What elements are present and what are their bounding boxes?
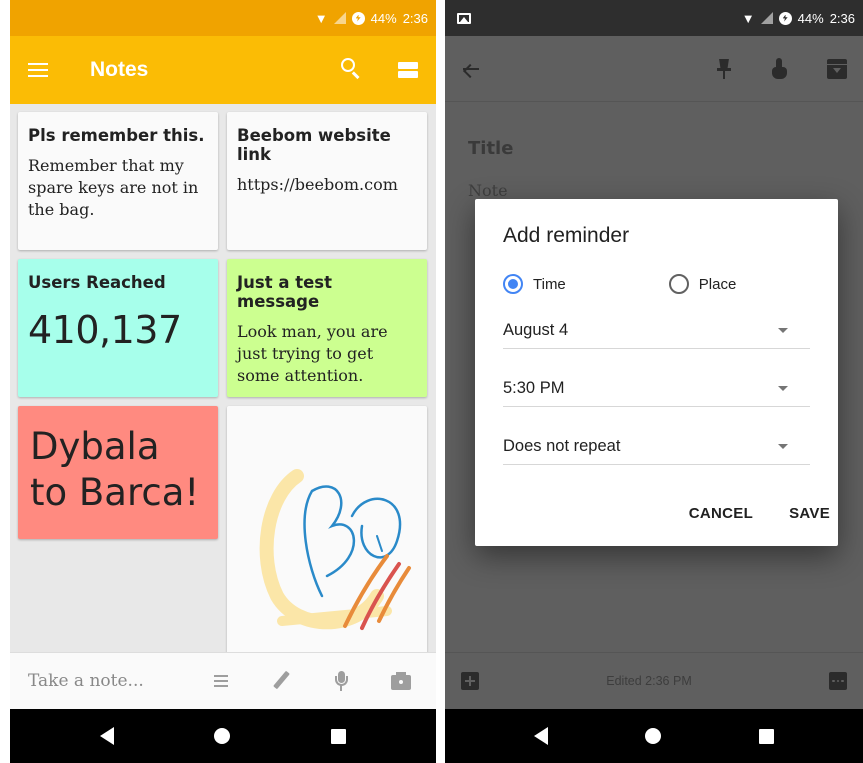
dialog-title: Add reminder — [503, 224, 630, 247]
app-title: Notes — [90, 58, 149, 81]
note-title: Pls remember this. — [28, 126, 205, 145]
list-view-icon[interactable] — [398, 62, 418, 78]
note-card[interactable]: Dybala to Barca! — [18, 406, 218, 539]
back-nav-icon[interactable] — [533, 727, 548, 745]
take-note-bar: Take a note... — [10, 652, 436, 709]
add-reminder-dialog: Add reminder Time Place August 4 5:30 PM… — [475, 199, 838, 546]
save-button[interactable]: SAVE — [789, 505, 830, 522]
back-arrow-icon[interactable] — [461, 61, 481, 78]
battery-percent: 44% — [370, 10, 397, 26]
time-radio-label: Time — [533, 275, 566, 293]
dropdown-arrow-icon — [778, 386, 788, 391]
battery-charging-icon — [351, 11, 365, 25]
image-notification-icon — [457, 12, 471, 24]
note-title: Users Reached — [28, 273, 166, 292]
pen-icon[interactable] — [270, 670, 292, 692]
repeat-value: Does not repeat — [503, 437, 621, 455]
reminder-icon[interactable] — [769, 57, 789, 80]
home-nav-icon[interactable] — [214, 728, 231, 744]
notes-list-screen: ▼ 44% 2:36 Notes Pls remember this. Reme… — [10, 0, 436, 763]
signal-icon — [760, 12, 773, 24]
date-dropdown[interactable]: August 4 — [503, 319, 810, 349]
edited-timestamp: Edited 2:36 PM — [606, 674, 692, 688]
status-bar: ▼ 44% 2:36 — [445, 0, 863, 36]
note-title: Just a test message — [237, 273, 333, 311]
note-card[interactable]: Pls remember this. Remember that my spar… — [18, 112, 218, 250]
note-body: Dybala to Barca! — [30, 425, 200, 514]
note-body: Remember that my spare keys are not in t… — [28, 156, 199, 219]
reminder-type-options: Time Place — [503, 274, 810, 294]
time-radio[interactable]: Time — [503, 274, 566, 294]
cancel-button[interactable]: CANCEL — [689, 505, 753, 522]
wifi-icon: ▼ — [741, 10, 755, 26]
radio-checked-icon[interactable] — [503, 274, 523, 294]
repeat-dropdown[interactable]: Does not repeat — [503, 435, 810, 465]
microphone-icon[interactable] — [330, 670, 352, 692]
more-options-icon[interactable] — [829, 672, 847, 690]
editor-bottom-bar: Edited 2:36 PM — [445, 652, 863, 709]
note-editor-screen: ▼ 44% 2:36 Title Note Add reminder Time … — [445, 0, 863, 763]
clock: 2:36 — [402, 10, 428, 26]
navigation-bar — [10, 709, 436, 763]
editor-toolbar — [445, 36, 863, 102]
pin-icon[interactable] — [717, 58, 731, 79]
app-bar: Notes — [10, 36, 436, 104]
status-bar: ▼ 44% 2:36 — [10, 0, 436, 36]
signal-icon — [333, 12, 346, 24]
recents-nav-icon[interactable] — [759, 728, 775, 744]
battery-percent: 44% — [797, 10, 824, 26]
drawing-note-card[interactable] — [227, 406, 427, 656]
back-nav-icon[interactable] — [100, 727, 115, 745]
checklist-icon[interactable] — [210, 670, 232, 692]
note-card[interactable]: Beebom website link https://beebom.com — [227, 112, 427, 250]
recents-nav-icon[interactable] — [330, 728, 346, 744]
time-value: 5:30 PM — [503, 379, 565, 397]
archive-icon[interactable] — [827, 58, 847, 79]
note-card[interactable]: Just a test message Look man, you are ju… — [227, 259, 427, 397]
home-nav-icon[interactable] — [645, 728, 662, 744]
note-body: 410,137 — [28, 308, 182, 352]
handwritten-drawing — [259, 469, 411, 630]
place-radio-label: Place — [698, 275, 737, 293]
search-icon[interactable] — [340, 58, 364, 82]
take-note-input[interactable]: Take a note... — [28, 671, 210, 691]
camera-icon[interactable] — [390, 670, 412, 692]
note-body: https://beebom.com — [237, 175, 398, 194]
navigation-bar — [445, 709, 863, 763]
radio-unchecked-icon[interactable] — [668, 274, 689, 294]
battery-charging-icon — [778, 11, 792, 25]
note-body-field[interactable]: Note — [468, 181, 508, 200]
time-dropdown[interactable]: 5:30 PM — [503, 377, 810, 407]
note-title: Beebom website link — [237, 126, 391, 164]
note-body: Look man, you are just trying to get som… — [237, 322, 388, 385]
wifi-icon: ▼ — [314, 10, 328, 26]
note-title-field[interactable]: Title — [468, 138, 513, 159]
date-value: August 4 — [503, 321, 569, 339]
note-card[interactable]: Users Reached 410,137 — [18, 259, 218, 397]
place-radio[interactable]: Place — [668, 274, 737, 294]
dropdown-arrow-icon — [778, 444, 788, 449]
add-icon[interactable] — [461, 672, 479, 690]
dropdown-arrow-icon — [778, 328, 788, 333]
clock: 2:36 — [829, 10, 855, 26]
menu-icon[interactable] — [28, 63, 48, 77]
